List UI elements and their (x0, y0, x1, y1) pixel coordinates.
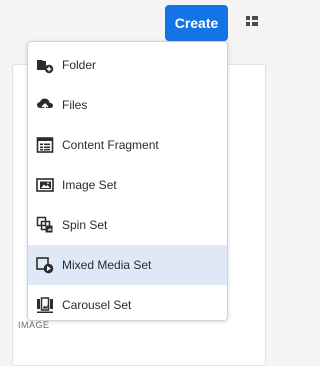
carousel-set-icon (37, 297, 53, 313)
spin-set-icon (36, 216, 53, 233)
menu-item-spin-set[interactable]: Spin Set (28, 205, 227, 245)
menu-item-label: Spin Set (62, 218, 108, 232)
menu-item-content-fragment[interactable]: Content Fragment (28, 125, 227, 165)
create-button[interactable]: Create (165, 5, 228, 41)
menu-item-folder[interactable]: Folder (28, 45, 227, 85)
folder-add-icon (37, 60, 54, 74)
mixed-media-set-icon (36, 257, 54, 274)
menu-item-label: Content Fragment (62, 138, 159, 152)
content-fragment-icon (36, 137, 54, 153)
menu-item-files[interactable]: Files (28, 85, 227, 125)
menu-item-label: Carousel Set (62, 298, 132, 312)
cloud-upload-icon (37, 98, 53, 113)
menu-item-image-set[interactable]: Image Set (28, 165, 227, 205)
menu-item-mixed-media-set[interactable]: Mixed Media Set (28, 245, 227, 285)
menu-item-carousel-set[interactable]: Carousel Set (28, 285, 227, 325)
create-menu: Folder Files Content Fragment Image Set (27, 41, 228, 321)
menu-item-label: Image Set (62, 178, 117, 192)
image-set-icon (36, 178, 54, 192)
menu-item-label: Files (62, 98, 88, 112)
menu-item-label: Mixed Media Set (62, 258, 152, 272)
menu-item-label: Folder (62, 58, 97, 72)
rail-toggle-icon[interactable] (246, 16, 258, 30)
